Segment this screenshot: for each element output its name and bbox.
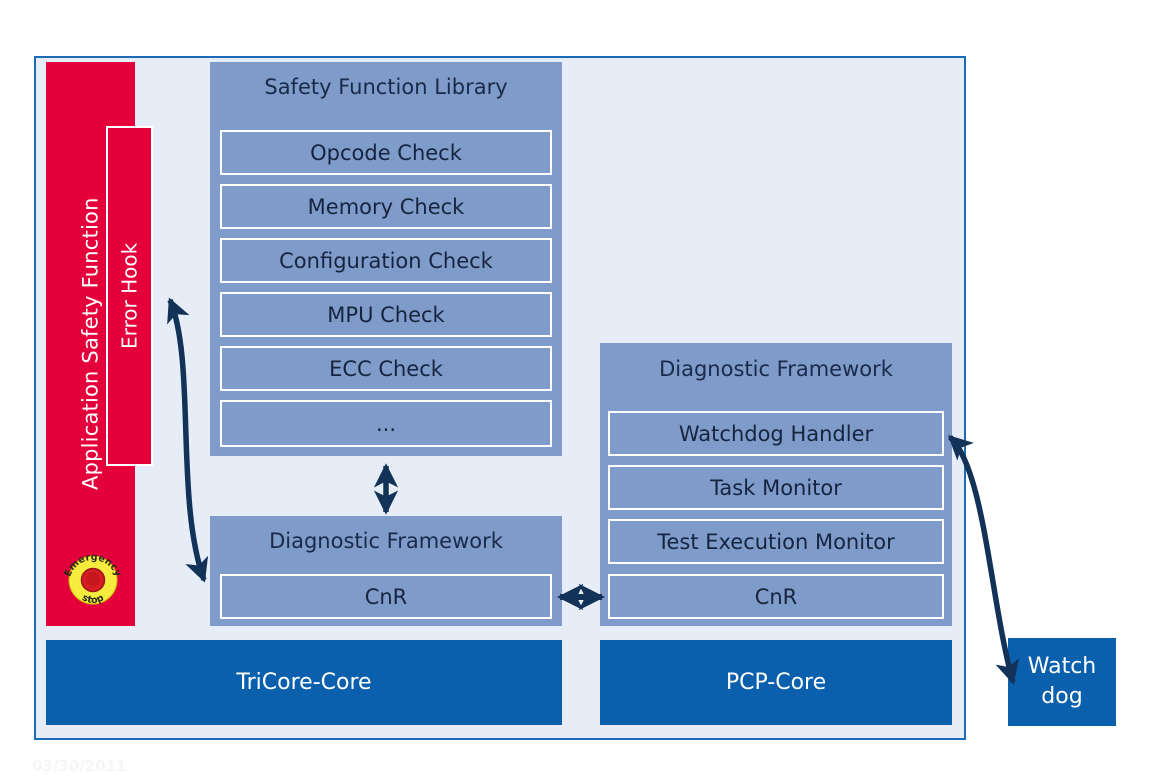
watchdog-label-line2: dog [1041,684,1083,709]
emergency-stop-icon: Emergency stop [62,552,123,606]
item-task-monitor[interactable]: Task Monitor [608,465,944,510]
pcp-core-box[interactable]: PCP-Core [600,640,952,725]
item-mpu-check[interactable]: MPU Check [220,292,552,337]
item-watchdog-handler[interactable]: Watchdog Handler [608,411,944,456]
item-cnr-pcp[interactable]: CnR [608,574,944,619]
item-cnr-tricore[interactable]: CnR [220,574,552,619]
watchdog-label-line1: Watch [1027,654,1097,680]
item-memory-check[interactable]: Memory Check [220,184,552,229]
item-configuration-check[interactable]: Configuration Check [220,238,552,283]
diagnostic-framework-pcp-title: Diagnostic Framework [659,357,893,381]
item-opcode-check[interactable]: Opcode Check [220,130,552,175]
item-ecc-check[interactable]: ECC Check [220,346,552,391]
watchdog-box[interactable]: Watch dog [1008,638,1116,726]
error-hook-label: Error Hook [117,242,142,350]
tricore-core-box[interactable]: TriCore-Core [46,640,562,725]
diagnostic-framework-tricore-title: Diagnostic Framework [269,529,503,553]
item-test-execution-monitor[interactable]: Test Execution Monitor [608,519,944,564]
safety-function-library-title: Safety Function Library [264,75,508,99]
item-ellipsis: ... [220,400,552,447]
footer-date: 03/30/2011 [32,757,127,775]
